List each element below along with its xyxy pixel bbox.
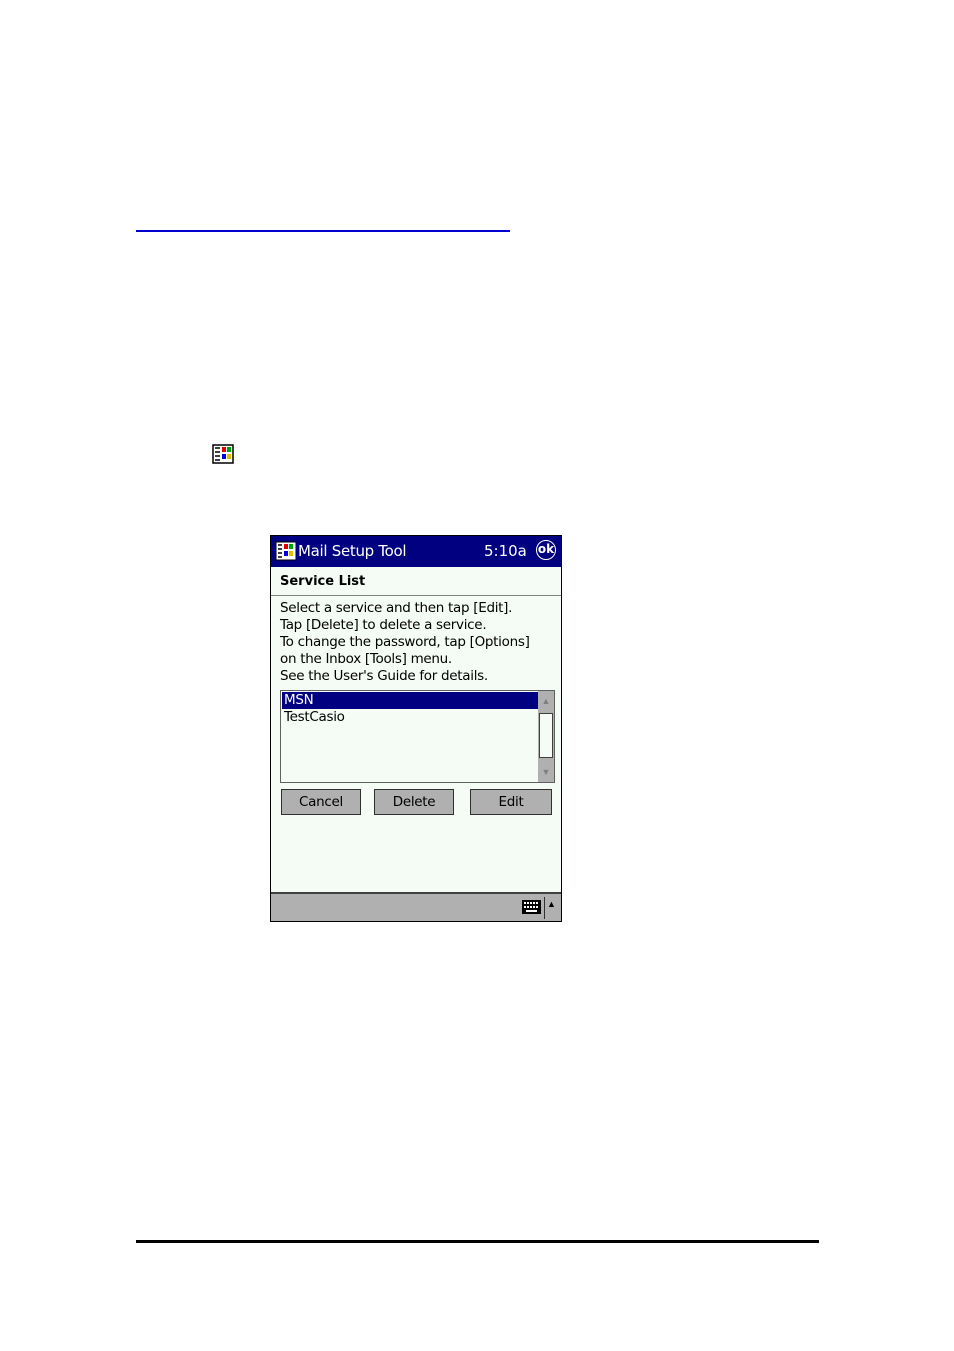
instructions-text: Select a service and then tap [Edit]. Ta… — [280, 600, 530, 685]
pocketpc-screen: Mail Setup Tool 5:10a ok Service List Se… — [270, 535, 562, 922]
windows-start-icon[interactable] — [276, 541, 296, 561]
top-rule — [136, 230, 510, 232]
app-title: Mail Setup Tool — [298, 542, 407, 560]
cancel-button[interactable]: Cancel — [281, 789, 361, 815]
list-item[interactable]: MSN — [282, 692, 538, 709]
instruction-line: To change the password, tap [Options] — [280, 634, 530, 650]
section-header: Service List — [271, 567, 561, 596]
scrollbar-thumb[interactable] — [539, 713, 553, 758]
sip-arrow-icon[interactable]: ▲ — [547, 899, 556, 909]
start-menu-icon — [212, 444, 234, 464]
edit-button[interactable]: Edit — [470, 789, 552, 815]
scroll-down-icon[interactable]: ▼ — [538, 764, 554, 780]
section-title: Service List — [280, 574, 366, 589]
taskbar-divider — [544, 897, 545, 919]
scrollbar[interactable]: ▲ ▼ — [538, 691, 554, 782]
clock[interactable]: 5:10a — [484, 542, 527, 560]
list-item[interactable]: TestCasio — [282, 709, 538, 726]
keyboard-icon[interactable] — [522, 900, 541, 914]
bottom-rule — [136, 1240, 819, 1243]
service-list[interactable]: MSN TestCasio ▲ ▼ — [280, 690, 555, 783]
instruction-line: Select a service and then tap [Edit]. — [280, 600, 513, 616]
taskbar: ▲ — [271, 892, 561, 921]
scroll-up-icon[interactable]: ▲ — [538, 693, 554, 709]
instruction-line: Tap [Delete] to delete a service. — [280, 617, 487, 633]
title-bar: Mail Setup Tool 5:10a ok — [271, 536, 561, 567]
delete-button[interactable]: Delete — [374, 789, 454, 815]
ok-button[interactable]: ok — [536, 540, 556, 560]
instruction-line: See the User's Guide for details. — [280, 668, 488, 684]
instruction-line: on the Inbox [Tools] menu. — [280, 651, 452, 667]
